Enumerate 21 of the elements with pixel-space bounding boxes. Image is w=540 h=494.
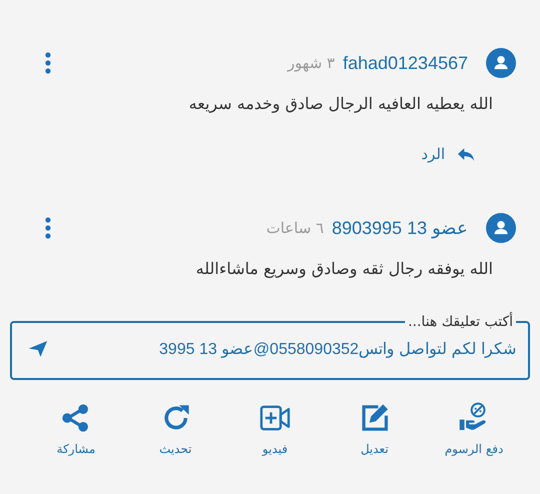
more-options-icon[interactable] <box>45 216 51 238</box>
send-icon[interactable] <box>28 339 48 358</box>
refresh-button[interactable]: تحديث <box>134 402 218 456</box>
share-button[interactable]: مشاركة <box>34 402 118 456</box>
comment-input[interactable]: شكرا لكم لتواصل واتس0558090352@عضو 13 3995 <box>58 336 516 362</box>
comment-field[interactable]: أكتب تعليقك هنا... شكرا لكم لتواصل واتس0558090352@عضو 13 3995 <box>10 314 530 380</box>
field-label: أكتب تعليقك هنا... <box>406 314 514 330</box>
username[interactable]: fahad01234567 <box>342 52 468 74</box>
comment-text: الله يوفقه رجال ثقه وصادق وسريع ماشاءالله <box>194 258 493 278</box>
user-avatar-icon <box>486 212 516 242</box>
fees-button[interactable]: دفع الرسوم <box>432 402 516 456</box>
comment-time: ٦ ساعات <box>266 218 324 236</box>
comment-text: الله يعطيه العافيه الرجال صادق وخدمه سريعه <box>188 94 493 113</box>
reply-button[interactable]: الرد <box>421 143 475 165</box>
username[interactable]: عضو 13 8903995 <box>332 216 468 238</box>
video-button[interactable]: فيديو <box>233 402 317 456</box>
more-options-icon[interactable] <box>45 52 51 74</box>
comment-time: ٣ شهور <box>288 54 335 72</box>
user-avatar-icon <box>486 48 516 78</box>
edit-button[interactable]: تعديل <box>332 402 416 456</box>
reply-arrow-icon <box>457 146 475 162</box>
